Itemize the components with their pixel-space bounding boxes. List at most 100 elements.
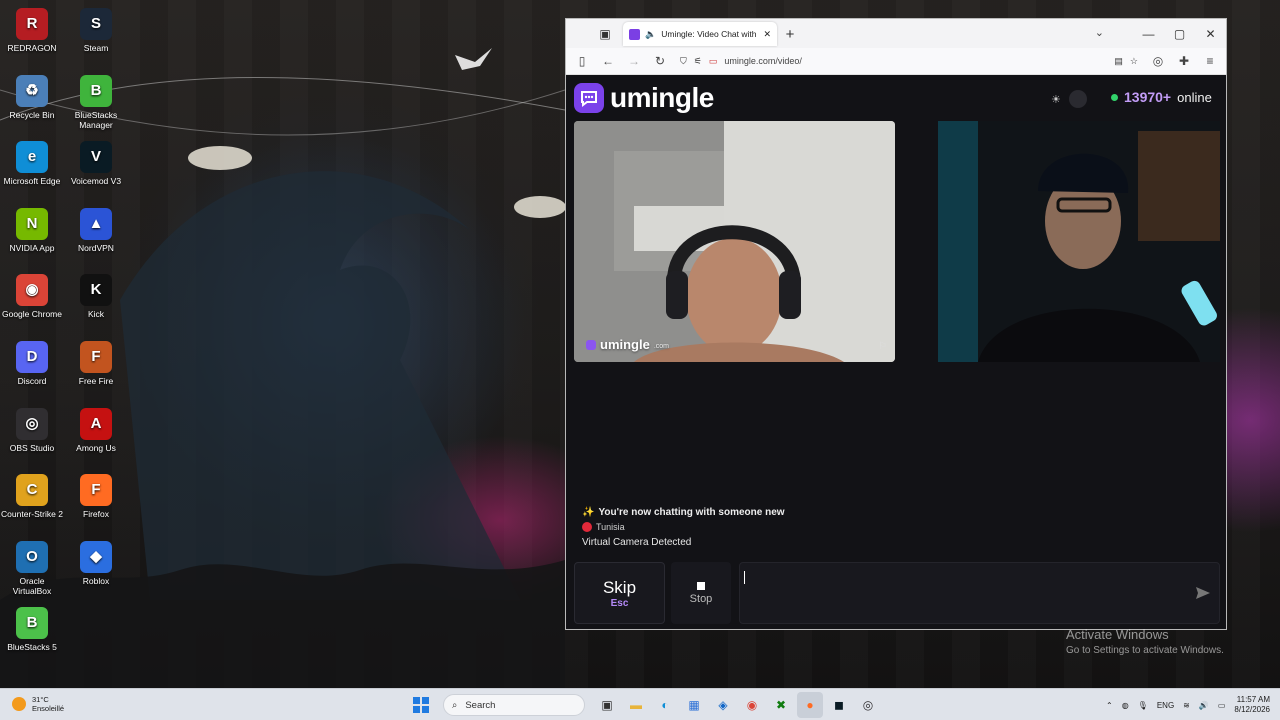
voicemod-taskbar-icon[interactable]: ◼ [826,692,852,718]
app-icon: C [16,474,48,507]
desktop-icon-nordvpn[interactable]: ▲ NordVPN [64,207,128,253]
desktop-icon-steam[interactable]: S Steam [64,8,128,53]
app-icon: F [80,474,112,507]
reload-button[interactable]: ↻ [648,50,672,72]
weather-widget[interactable]: 31°C Ensoleillé [12,695,64,713]
task-view-icon[interactable]: ▣ [594,692,620,718]
message-input-box[interactable] [739,562,1220,624]
edge-taskbar-icon[interactable]: ◐ [652,692,678,718]
app-icon: A [80,407,112,440]
desktop-icon-counter-strike-2[interactable]: C Counter-Strike 2 [0,474,64,519]
desktop-icon-roblox[interactable]: ◆ Roblox [64,540,128,586]
desktop-icon-recycle-bin[interactable]: ♻ Recycle Bin [0,74,64,120]
app-icon: B [80,74,112,107]
desktop-icon-google-chrome[interactable]: ◉ Google Chrome [0,274,64,319]
start-button[interactable] [408,692,434,718]
desktop-icon-label: Oracle VirtualBox [12,575,52,596]
store-icon[interactable]: ▦ [681,692,707,718]
address-bar[interactable]: ⛉ ⚟ ▭ umingle.com/video/ ▤ ☆ [674,50,1144,72]
umingle-favicon-icon [629,28,640,40]
self-video-frame [938,121,1220,362]
wifi-icon[interactable]: ≋ [1183,701,1190,710]
stop-button[interactable]: Stop [671,562,731,624]
file-explorer-icon[interactable]: ▬ [623,692,649,718]
umingle-page: umingle ☀ 13970+ online umingle .com ⚐ ✨… [566,75,1226,629]
shield-icon[interactable]: ⛉ [680,56,687,67]
reader-view-icon[interactable]: ▤ [1114,56,1123,67]
desktop-icon-label: Google Chrome [1,309,62,320]
desktop-icon-microsoft-edge[interactable]: e Microsoft Edge [0,141,64,186]
desktop-icon-label: NordVPN [78,242,114,253]
theme-toggle[interactable]: ☀ [1051,90,1093,108]
activate-title: Activate Windows [1066,627,1169,642]
obs-taskbar-icon[interactable]: ◎ [855,692,881,718]
firefox-taskbar-icon[interactable]: ● [797,692,823,718]
xbox-icon[interactable]: ✖ [768,692,794,718]
desktop-icon-firefox[interactable]: F Firefox [64,474,128,519]
camera-permission-icon[interactable]: ▭ [709,56,718,67]
taskbar-search[interactable]: ⌕ Search [443,694,585,716]
network-tray-icon[interactable]: ◍ [1122,701,1129,710]
app-icon: V [80,141,112,174]
desktop-icon-label: Steam [83,43,109,53]
sun-weather-icon [12,697,26,711]
site-logo[interactable]: umingle [574,82,714,114]
maximize-button[interactable]: ▢ [1164,19,1195,48]
desktop-icon-nvidia-app[interactable]: N NVIDIA App [0,207,64,253]
new-tab-button[interactable]: + [778,22,802,46]
watermark-logo-icon [586,339,596,350]
app-icon: B [16,607,48,640]
back-button[interactable]: ← [596,50,620,72]
desktop-icon-redragon[interactable]: R REDRAGON [0,8,64,53]
desktop-icon-discord[interactable]: D Discord [0,341,64,386]
message-input[interactable] [740,563,1219,623]
clock[interactable]: 11:57 AM 8/12/2026 [1234,695,1270,715]
permissions-icon[interactable]: ⚟ [694,56,702,67]
chrome-taskbar-icon[interactable]: ◉ [739,692,765,718]
desktop-icon-bluestacks-5[interactable]: B BlueStacks 5 [0,607,64,652]
desktop-icon-label: Free Fire [78,376,114,386]
stranger-video: umingle .com ⚐ [574,121,895,362]
minimize-button[interactable]: — [1133,19,1164,48]
volume-icon[interactable]: 🔊 [1199,701,1209,710]
country-name: Tunisia [596,522,625,532]
mic-tray-icon[interactable]: 🎙 [1138,701,1148,710]
status-new-chat: ✨ You're now chatting with someone new [582,507,785,518]
skip-label: Skip [602,577,637,597]
desktop-icon-kick[interactable]: K Kick [64,274,128,319]
outlook-icon[interactable]: ◈ [710,692,736,718]
text-caret [744,571,745,584]
tab-close-icon[interactable]: ✕ [763,29,771,40]
taskbar: 31°C Ensoleillé ⌕ Search ▣ ▬ ◐ ▦ ◈ ◉ ✖ ●… [0,688,1280,720]
extensions-icon[interactable]: ✚ [1172,50,1196,72]
system-tray: ⌃ ◍ 🎙 ENG ≋ 🔊 ▭ 11:57 AM 8/12/2026 [1106,689,1280,720]
app-icon: S [80,8,112,40]
speaker-icon[interactable]: 🔈 [645,29,656,40]
close-window-button[interactable]: ✕ [1195,19,1226,48]
desktop-icon-among-us[interactable]: A Among Us [64,407,128,453]
clock-time: 11:57 AM [1236,695,1270,704]
tab-list-chevron-icon[interactable]: ⌄ [1095,26,1104,39]
desktop-icon-free-fire[interactable]: F Free Fire [64,341,128,386]
menu-icon[interactable]: ≡ [1198,50,1222,72]
language-indicator[interactable]: ENG [1157,701,1174,710]
desktop-icon-bluestacks-manager[interactable]: B BlueStacks Manager [64,74,128,130]
tray-chevron-icon[interactable]: ⌃ [1106,701,1113,710]
watermark-suffix: .com [653,343,670,350]
skip-button[interactable]: Skip Esc [574,562,665,624]
chat-log: ✨ You're now chatting with someone new T… [574,367,1220,557]
report-flag-icon[interactable]: ⚐ [878,341,887,352]
account-icon[interactable]: ◎ [1146,50,1170,72]
forward-button[interactable]: → [622,50,646,72]
desktop-icon-voicemod-v3[interactable]: V Voicemod V3 [64,141,128,186]
online-label: online [1177,89,1212,105]
tab-groups-icon[interactable]: ▣ [590,19,620,48]
tab-umingle[interactable]: 🔈 Umingle: Video Chat with S ✕ [623,22,777,46]
desktop-icon-oracle-virtualbox[interactable]: O Oracle VirtualBox [0,540,64,596]
battery-icon[interactable]: ▭ [1218,701,1226,710]
sidebar-toggle-icon[interactable]: ▯ [570,50,594,72]
desktop-icon-obs-studio[interactable]: ◎ OBS Studio [0,407,64,453]
bookmark-star-icon[interactable]: ☆ [1130,56,1138,67]
send-icon[interactable] [1195,585,1211,601]
skip-shortcut: Esc [610,597,629,609]
